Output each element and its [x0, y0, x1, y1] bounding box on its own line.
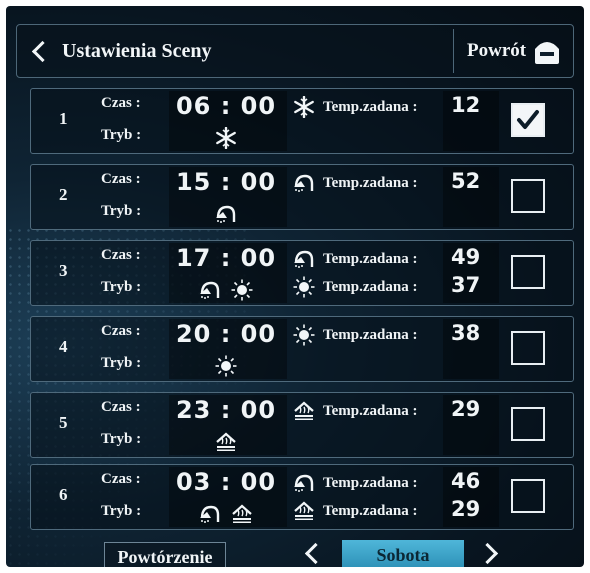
floor-heating-icon: [215, 432, 237, 452]
time-label: Czas :: [101, 247, 141, 263]
temp-value[interactable]: 37: [451, 273, 495, 297]
scene-time[interactable]: 15 : 00: [171, 168, 281, 196]
scene-row: 5 Czas : Tryb : 23 : 00 Temp.zadana : 29: [30, 392, 574, 458]
temp-line: Temp.zadana :: [293, 247, 417, 271]
temp-value[interactable]: 38: [451, 321, 495, 345]
scene-time[interactable]: 06 : 00: [171, 92, 281, 120]
checkmark-icon: [517, 110, 539, 129]
temp-label: Temp.zadana :: [323, 502, 418, 519]
mode-label: Tryb :: [101, 203, 142, 219]
temp-label: Temp.zadana :: [323, 326, 418, 343]
scene-row: 2 Czas : Tryb : 15 : 00 Temp.zadana : 52: [30, 164, 574, 230]
scene-enable-checkbox[interactable]: [511, 255, 545, 289]
mode-label: Tryb :: [101, 279, 142, 295]
next-day-icon[interactable]: [476, 542, 499, 565]
temp-line: Temp.zadana :: [293, 399, 417, 423]
temp-value[interactable]: 46: [451, 469, 495, 493]
sun-icon: [293, 276, 315, 298]
mode-icons[interactable]: [181, 277, 271, 303]
mode-label: Tryb :: [101, 355, 142, 371]
scene-index: 2: [59, 185, 68, 204]
time-label: Czas :: [101, 323, 141, 339]
repeat-button[interactable]: Powtórzenie: [104, 542, 226, 567]
scene-time[interactable]: 20 : 00: [171, 320, 281, 348]
screen: Ustawienia Sceny Powrót 1 Czas : Tryb : 06 …: [6, 6, 584, 567]
back-button[interactable]: Ustawienia Sceny: [29, 35, 211, 67]
temp-value[interactable]: 52: [451, 169, 495, 193]
footer-bar: Powtórzenie Sobota: [6, 534, 584, 567]
temp-line: Temp.zadana :: [293, 471, 417, 495]
home-icon: [535, 42, 560, 64]
mode-icons[interactable]: [181, 353, 271, 379]
temp-label: Temp.zadana :: [323, 250, 418, 267]
time-label: Czas :: [101, 399, 141, 415]
snowflake-icon: [215, 127, 237, 149]
shower-icon: [293, 473, 315, 493]
mode-label: Tryb :: [101, 503, 142, 519]
temp-value[interactable]: 29: [451, 397, 495, 421]
mode-icons[interactable]: [181, 501, 271, 527]
snowflake-icon: [293, 96, 315, 118]
chevron-left-icon: [31, 40, 54, 62]
shower-icon: [215, 204, 237, 224]
mode-icons[interactable]: [181, 429, 271, 455]
mode-label: Tryb :: [101, 431, 142, 447]
scene-enable-checkbox[interactable]: [511, 479, 545, 513]
scene-time[interactable]: 23 : 00: [171, 396, 281, 424]
scene-enable-checkbox[interactable]: [511, 103, 545, 137]
temp-label: Temp.zadana :: [323, 174, 418, 191]
time-label: Czas :: [101, 471, 141, 487]
scene-index: 3: [59, 261, 68, 280]
scene-row: 3 Czas : Tryb : 17 : 00 Temp.zadana : 49 Temp.…: [30, 240, 574, 306]
scene-time[interactable]: 17 : 00: [171, 244, 281, 272]
return-label: Powrót: [467, 40, 527, 61]
temp-value[interactable]: 49: [451, 245, 495, 269]
temp-label: Temp.zadana :: [323, 278, 418, 295]
temp-label: Temp.zadana :: [323, 402, 418, 419]
scene-row: 6 Czas : Tryb : 03 : 00 Temp.zadana : 46 Temp.…: [30, 464, 574, 530]
floor-heating-icon: [231, 504, 253, 524]
temp-line: Temp.zadana :: [293, 275, 417, 299]
temp-value[interactable]: 29: [451, 497, 495, 521]
mode-label: Tryb :: [101, 127, 142, 143]
temp-label: Temp.zadana :: [323, 98, 418, 115]
scene-row: 4 Czas : Tryb : 20 : 00 Temp.zadana : 38: [30, 316, 574, 382]
scene-row: 1 Czas : Tryb : 06 : 00 Temp.zadana : 12: [30, 88, 574, 154]
scene-enable-checkbox[interactable]: [511, 331, 545, 365]
sun-icon: [215, 355, 237, 377]
shower-icon: [199, 280, 221, 300]
shower-icon: [293, 173, 315, 193]
header-bar: Ustawienia Sceny Powrót: [16, 24, 574, 78]
temp-value[interactable]: 12: [451, 93, 495, 117]
temp-label: Temp.zadana :: [323, 474, 418, 491]
return-button[interactable]: Powrót: [467, 35, 562, 67]
scene-index: 1: [59, 109, 68, 128]
scene-time[interactable]: 03 : 00: [171, 468, 281, 496]
temp-line: Temp.zadana :: [293, 499, 417, 523]
scene-index: 4: [59, 337, 68, 356]
scene-index: 6: [59, 485, 68, 504]
sun-icon: [231, 279, 253, 301]
temp-line: Temp.zadana :: [293, 95, 417, 119]
temp-line: Temp.zadana :: [293, 171, 417, 195]
scene-index: 5: [59, 413, 68, 432]
scene-enable-checkbox[interactable]: [511, 179, 545, 213]
page-title: Ustawienia Sceny: [62, 39, 212, 62]
temp-line: Temp.zadana :: [293, 323, 417, 347]
sun-icon: [293, 324, 315, 346]
mode-icons[interactable]: [181, 201, 271, 227]
scene-enable-checkbox[interactable]: [511, 407, 545, 441]
floor-heating-icon: [293, 501, 315, 521]
time-label: Czas :: [101, 171, 141, 187]
day-selector[interactable]: Sobota: [342, 540, 464, 567]
time-label: Czas :: [101, 95, 141, 111]
mode-icons[interactable]: [181, 125, 271, 151]
shower-icon: [199, 504, 221, 524]
header-divider: [453, 29, 454, 73]
shower-icon: [293, 249, 315, 269]
floor-heating-icon: [293, 401, 315, 421]
prev-day-icon[interactable]: [304, 542, 327, 565]
